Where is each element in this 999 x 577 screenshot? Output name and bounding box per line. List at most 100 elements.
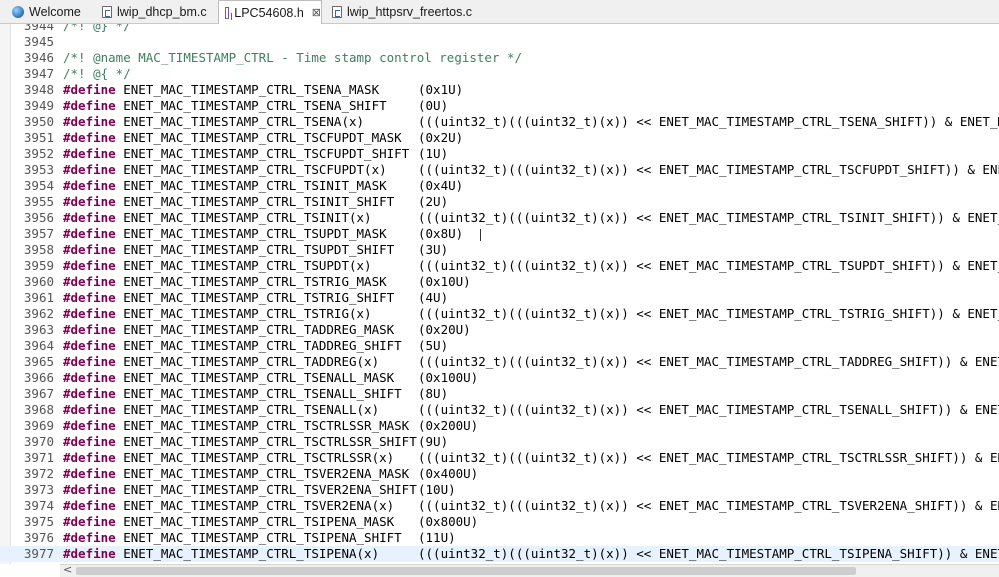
code-line[interactable]: 3974 #define ENET_MAC_TIMESTAMP_CTRL_TSVE… (0, 498, 999, 514)
macro-name: ENET_MAC_TIMESTAMP_CTRL_TSINIT_MASK (123, 178, 387, 193)
code-line[interactable]: 3949 #define ENET_MAC_TIMESTAMP_CTRL_TSEN… (0, 98, 999, 114)
code-comment: /*! @name MAC_TIMESTAMP_CTRL - Time stam… (63, 50, 523, 65)
macro-value: (1U) (418, 146, 449, 161)
code-line[interactable]: 3972 #define ENET_MAC_TIMESTAMP_CTRL_TSVE… (0, 466, 999, 482)
macro-value: (((uint32_t)(((uint32_t)(x)) << ENET_MAC… (418, 498, 999, 513)
define-keyword: #define (63, 178, 116, 193)
define-keyword: #define (63, 194, 116, 209)
code-line[interactable]: 3965 #define ENET_MAC_TIMESTAMP_CTRL_TADD… (0, 354, 999, 370)
code-line[interactable]: 3961 #define ENET_MAC_TIMESTAMP_CTRL_TSTR… (0, 290, 999, 306)
tab-lwip-dhcp-bm[interactable]: lwip_dhcp_bm.c (96, 0, 212, 23)
code-line[interactable]: 3973 #define ENET_MAC_TIMESTAMP_CTRL_TSVE… (0, 482, 999, 498)
macro-value: (0x800U) (418, 514, 479, 529)
tab-welcome[interactable]: Welcome (6, 0, 92, 23)
line-number: 3960 (23, 274, 54, 289)
code-editor[interactable]: 3944 /*! @} */ 3945 3946 /*! @name MAC_TIMES… (0, 24, 999, 564)
code-line[interactable]: 3968 #define ENET_MAC_TIMESTAMP_CTRL_TSEN… (0, 402, 999, 418)
scrollbar-thumb[interactable] (76, 567, 856, 575)
code-line[interactable]: 3948 #define ENET_MAC_TIMESTAMP_CTRL_TSEN… (0, 82, 999, 98)
code-line[interactable]: 3971 #define ENET_MAC_TIMESTAMP_CTRL_TSCT… (0, 450, 999, 466)
code-line[interactable]: 3958 #define ENET_MAC_TIMESTAMP_CTRL_TSUP… (0, 242, 999, 258)
macro-value: (3U) (418, 242, 449, 257)
line-number: 3951 (23, 130, 54, 145)
code-line[interactable]: 3966 #define ENET_MAC_TIMESTAMP_CTRL_TSEN… (0, 370, 999, 386)
tab-label: lwip_dhcp_bm.c (117, 4, 207, 19)
macro-value: (((uint32_t)(((uint32_t)(x)) << ENET_MAC… (418, 546, 999, 561)
line-number: 3970 (23, 434, 54, 449)
define-statement: #define ENET_MAC_TIMESTAMP_CTRL_TSINIT_S… (63, 194, 394, 210)
define-keyword: #define (63, 306, 116, 321)
define-keyword: #define (63, 498, 116, 513)
tab-lwip-httpsrv-freertos[interactable]: lwip_httpsrv_freertos.c (326, 0, 476, 23)
line-number: 3948 (23, 82, 54, 97)
line-number: 3954 (23, 178, 54, 193)
line-number: 3949 (23, 98, 54, 113)
line-number: 3965 (23, 354, 54, 369)
define-statement: #define ENET_MAC_TIMESTAMP_CTRL_TSIPENA(… (63, 546, 379, 562)
line-number: 3952 (23, 146, 54, 161)
code-line[interactable]: 3954 #define ENET_MAC_TIMESTAMP_CTRL_TSIN… (0, 178, 999, 194)
define-statement: #define ENET_MAC_TIMESTAMP_CTRL_TSENA_SH… (63, 98, 387, 114)
code-line[interactable]: 3964 #define ENET_MAC_TIMESTAMP_CTRL_TADD… (0, 338, 999, 354)
code-line[interactable]: 3967 #define ENET_MAC_TIMESTAMP_CTRL_TSEN… (0, 386, 999, 402)
code-line[interactable]: 3959 #define ENET_MAC_TIMESTAMP_CTRL_TSUP… (0, 258, 999, 274)
macro-name: ENET_MAC_TIMESTAMP_CTRL_TSTRIG_MASK (123, 274, 387, 289)
tab-lpc54608-h[interactable]: LPC54608.h ⊠ (218, 0, 322, 24)
horizontal-scrollbar[interactable]: < (60, 563, 999, 577)
scroll-left-arrow[interactable]: < (63, 563, 72, 576)
macro-name: ENET_MAC_TIMESTAMP_CTRL_TSCTRLSSR_MASK (123, 418, 410, 433)
define-statement: #define ENET_MAC_TIMESTAMP_CTRL_TSTRIG_S… (63, 290, 394, 306)
code-line[interactable]: 3956 #define ENET_MAC_TIMESTAMP_CTRL_TSIN… (0, 210, 999, 226)
code-line[interactable]: 3952 #define ENET_MAC_TIMESTAMP_CTRL_TSCF… (0, 146, 999, 162)
code-line[interactable]: 3969 #define ENET_MAC_TIMESTAMP_CTRL_TSCT… (0, 418, 999, 434)
macro-name: ENET_MAC_TIMESTAMP_CTRL_TADDREG(x) (123, 354, 380, 369)
macro-name: ENET_MAC_TIMESTAMP_CTRL_TSCFUPDT_SHIFT (123, 146, 410, 161)
code-line[interactable]: 3955 #define ENET_MAC_TIMESTAMP_CTRL_TSIN… (0, 194, 999, 210)
code-line[interactable]: 3946 /*! @name MAC_TIMESTAMP_CTRL - Time … (0, 50, 999, 66)
line-number: 3967 (23, 386, 54, 401)
define-statement: #define ENET_MAC_TIMESTAMP_CTRL_TSCFUPDT… (63, 146, 409, 162)
code-line[interactable]: 3945 (0, 34, 999, 50)
line-number: 3955 (23, 194, 54, 209)
macro-value: (0x1U) (418, 82, 464, 97)
macro-name: ENET_MAC_TIMESTAMP_CTRL_TSCFUPDT_MASK (123, 130, 402, 145)
code-line[interactable]: 3970 #define ENET_MAC_TIMESTAMP_CTRL_TSCT… (0, 434, 999, 450)
define-keyword: #define (63, 354, 116, 369)
code-line[interactable]: 3953 #define ENET_MAC_TIMESTAMP_CTRL_TSCF… (0, 162, 999, 178)
code-line[interactable]: 3950 #define ENET_MAC_TIMESTAMP_CTRL_TSEN… (0, 114, 999, 130)
define-keyword: #define (63, 450, 116, 465)
code-line[interactable]: 3975 #define ENET_MAC_TIMESTAMP_CTRL_TSIP… (0, 514, 999, 530)
line-number: 3945 (23, 34, 54, 49)
macro-name: ENET_MAC_TIMESTAMP_CTRL_TSENALL(x) (123, 402, 380, 417)
macro-value: (4U) (418, 290, 449, 305)
code-line[interactable]: 3960 #define ENET_MAC_TIMESTAMP_CTRL_TSTR… (0, 274, 999, 290)
define-keyword: #define (63, 98, 116, 113)
macro-value: (11U) (418, 530, 456, 545)
code-line[interactable]: 3962 #define ENET_MAC_TIMESTAMP_CTRL_TSTR… (0, 306, 999, 322)
define-statement: #define ENET_MAC_TIMESTAMP_CTRL_TSCFUPDT… (63, 130, 402, 146)
macro-name: ENET_MAC_TIMESTAMP_CTRL_TADDREG_SHIFT (123, 338, 402, 353)
code-line[interactable]: 3947 /*! @{ */ (0, 66, 999, 82)
code-line[interactable]: 3944 /*! @} */ (0, 24, 999, 34)
close-icon[interactable]: ⊠ (312, 6, 321, 19)
define-statement: #define ENET_MAC_TIMESTAMP_CTRL_TSUPDT(x… (63, 258, 372, 274)
macro-name: ENET_MAC_TIMESTAMP_CTRL_TSIPENA_MASK (123, 514, 395, 529)
define-keyword: #define (63, 546, 116, 561)
macro-value: (0x8U) (418, 226, 464, 241)
macro-value: (((uint32_t)(((uint32_t)(x)) << ENET_MAC… (418, 402, 999, 417)
code-line[interactable]: 3976 #define ENET_MAC_TIMESTAMP_CTRL_TSIP… (0, 530, 999, 546)
code-line[interactable]: 3977 #define ENET_MAC_TIMESTAMP_CTRL_TSIP… (0, 546, 999, 562)
define-statement: #define ENET_MAC_TIMESTAMP_CTRL_TSENA(x) (63, 114, 364, 130)
define-statement: #define ENET_MAC_TIMESTAMP_CTRL_TSCTRLSS… (63, 434, 417, 450)
define-keyword: #define (63, 162, 116, 177)
code-line[interactable]: 3963 #define ENET_MAC_TIMESTAMP_CTRL_TADD… (0, 322, 999, 338)
macro-name: ENET_MAC_TIMESTAMP_CTRL_TSVER2ENA_MASK (123, 466, 410, 481)
code-line[interactable]: 3951 #define ENET_MAC_TIMESTAMP_CTRL_TSCF… (0, 130, 999, 146)
macro-value: (0x20U) (418, 322, 471, 337)
define-keyword: #define (63, 370, 116, 385)
line-number: 3964 (23, 338, 54, 353)
macro-name: ENET_MAC_TIMESTAMP_CTRL_TSTRIG(x) (123, 306, 372, 321)
code-comment: /*! @} */ (63, 24, 131, 33)
code-line[interactable]: 3957 #define ENET_MAC_TIMESTAMP_CTRL_TSUP… (0, 226, 999, 242)
define-keyword: #define (63, 514, 116, 529)
